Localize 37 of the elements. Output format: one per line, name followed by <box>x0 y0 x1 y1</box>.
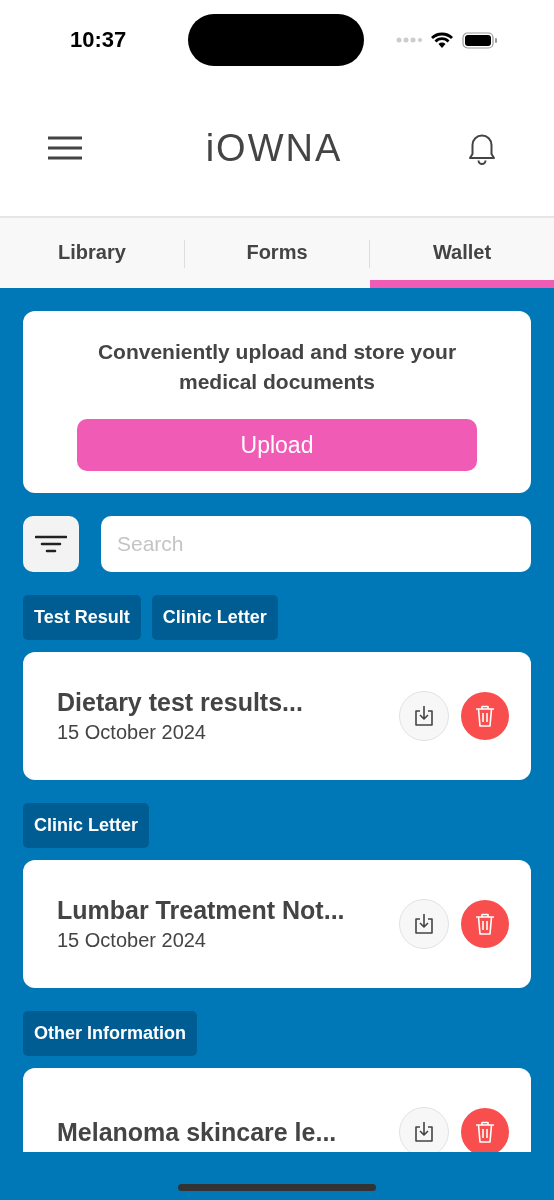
tab[interactable]: Forms <box>185 218 369 288</box>
document-card[interactable]: Lumbar Treatment Not... 15 October 2024 <box>23 860 531 988</box>
download-icon <box>414 1121 434 1143</box>
tab[interactable]: Library <box>0 218 184 288</box>
filter-icon <box>35 535 67 553</box>
document-date: 15 October 2024 <box>57 929 207 952</box>
download-button[interactable] <box>399 691 449 741</box>
category-tag: Test Result <box>23 595 141 640</box>
search-field[interactable]: Search <box>101 516 531 572</box>
delete-button[interactable] <box>461 900 509 948</box>
upload-prompt: Conveniently upload and store your medical documents <box>96 339 458 395</box>
document-card[interactable]: Melanoma skincare le... <box>23 1068 531 1152</box>
trash-icon <box>475 1121 495 1143</box>
download-icon <box>414 705 434 727</box>
download-button[interactable] <box>399 1107 449 1152</box>
document-card[interactable]: Dietary test results... 15 October 2024 <box>23 652 531 780</box>
delete-button[interactable] <box>461 692 509 740</box>
menu-icon[interactable] <box>48 136 82 160</box>
category-tag: Clinic Letter <box>151 595 278 640</box>
battery-icon <box>462 31 498 49</box>
document-date: 15 October 2024 <box>57 721 207 744</box>
download-icon <box>414 913 434 935</box>
filter-button[interactable] <box>23 516 79 572</box>
status-time: 10:37 <box>70 27 128 53</box>
trash-icon <box>475 913 495 935</box>
signal-icon <box>396 37 422 43</box>
document-title: Melanoma skincare le... <box>57 1117 338 1147</box>
document-title: Lumbar Treatment Not... <box>57 896 346 925</box>
document-title: Dietary test results... <box>57 688 304 717</box>
category-tag: Other Information <box>23 1011 197 1056</box>
logo: iOWNA <box>205 126 343 170</box>
category-tag: Clinic Letter <box>23 803 150 848</box>
trash-icon <box>475 705 495 727</box>
tab[interactable]: Wallet <box>370 218 554 288</box>
wifi-icon <box>430 31 454 49</box>
delete-button[interactable] <box>461 1108 509 1152</box>
download-button[interactable] <box>399 899 449 949</box>
